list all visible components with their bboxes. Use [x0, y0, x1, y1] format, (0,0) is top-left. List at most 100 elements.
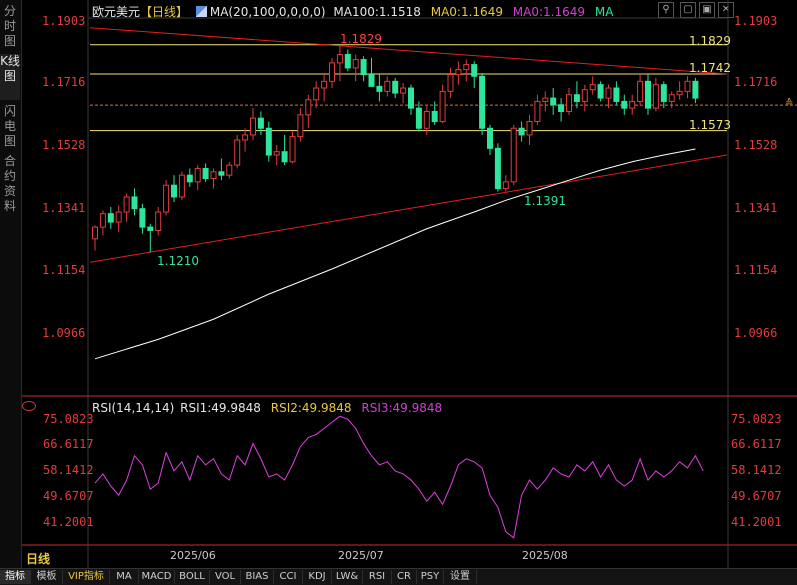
candle-body-up [305, 99, 312, 116]
candle-body-up [684, 80, 691, 92]
candle-body-up [92, 226, 98, 240]
candle-body-down [692, 80, 699, 99]
candle-body-up [510, 127, 517, 183]
tab-indicators[interactable]: 指标 [0, 570, 31, 584]
rsi-line [94, 415, 704, 539]
candle-body-down [518, 127, 525, 136]
price-tick-left: 1.1528 [42, 138, 86, 152]
time-tick: 2025/08 [522, 549, 568, 562]
candle-body-down [479, 75, 486, 129]
candle-body-down [621, 100, 628, 109]
candle-body-up [423, 110, 430, 129]
tab-ma[interactable]: MA [110, 570, 139, 584]
price-tick: 1.1716 [734, 75, 778, 89]
candle-body-up [99, 213, 106, 228]
candle-body-up [336, 54, 343, 64]
candle-body-up [155, 211, 162, 231]
tab-vip-indicators[interactable]: VIP指标 [63, 570, 110, 584]
price-tick-left: 1.1716 [42, 75, 86, 89]
candle-body-down [368, 74, 375, 87]
swing-high-label: 1.1829 [340, 32, 382, 46]
candle-body-up [534, 100, 541, 123]
rsi-tick-left: 58.1412 [43, 463, 94, 477]
candle-body-down [573, 94, 580, 102]
candle-body-up [676, 90, 683, 96]
price-tick-left: 1.1341 [42, 201, 86, 215]
tab-kdj[interactable]: KDJ [303, 570, 332, 584]
tab-lw[interactable]: LW& [332, 570, 363, 584]
level-label-1829: 1.1829 [689, 34, 731, 48]
candle-body-down [202, 167, 209, 180]
candle-body-up [455, 69, 462, 76]
candle-body-down [660, 84, 667, 102]
rsi-settings-icon[interactable] [22, 401, 36, 411]
tab-cci[interactable]: CCI [274, 570, 303, 584]
price-tick: 1.1341 [734, 201, 778, 215]
candle-body-up [234, 139, 241, 166]
rsi-tick: 49.6707 [731, 489, 782, 503]
rsi-tick-left: 49.6707 [43, 489, 94, 503]
price-chart[interactable] [0, 0, 797, 584]
support-trendline [89, 154, 728, 263]
candle-body-down [257, 117, 264, 129]
candle-body-up [447, 74, 454, 92]
period-label[interactable]: 日线 [26, 550, 50, 567]
rsi3-value: RSI3:49.9848 [361, 401, 443, 415]
candle-body-up [542, 97, 549, 102]
candle-body-down [265, 127, 272, 156]
indicator-tab-bar: 指标 模板 VIP指标 MA MACD BOLL VOL BIAS CCI KD… [0, 568, 797, 585]
rsi-tick: 66.6117 [731, 437, 782, 451]
candle-body-up [652, 84, 659, 109]
candle-body-up [242, 134, 249, 141]
candle-body-up [605, 87, 612, 99]
resistance-trendline [89, 27, 728, 75]
candle-body-down [139, 208, 146, 228]
candle-body-down [431, 110, 438, 123]
price-tick: 1.1528 [734, 138, 778, 152]
tab-settings[interactable]: 设置 [444, 570, 477, 584]
candle-body-up [400, 87, 407, 94]
candle-body-up [526, 121, 533, 136]
rsi-tick-left: 41.2001 [43, 515, 94, 529]
tab-bias[interactable]: BIAS [241, 570, 274, 584]
tab-psy[interactable]: PSY [417, 570, 444, 584]
tab-rsi[interactable]: RSI [363, 570, 392, 584]
candle-body-down [281, 151, 288, 163]
candle-body-up [250, 117, 256, 136]
candle-body-down [597, 84, 604, 99]
rsi-tick: 75.0823 [731, 412, 782, 426]
candle-body-up [115, 211, 122, 223]
candle-body-down [376, 85, 383, 92]
rsi-params: RSI(14,14,14) [92, 401, 175, 415]
current-price-marker-icon: ≙ [785, 98, 794, 109]
trading-window: 分时图 K线图 闪电图 合约资料 欧元美元【日线】 MA(20,100,0,0,… [0, 0, 797, 585]
candle-body-up [352, 59, 359, 69]
candle-body-down [186, 174, 193, 183]
candle-body-up [321, 80, 328, 89]
tab-macd[interactable]: MACD [139, 570, 175, 584]
tab-templates[interactable]: 模板 [31, 570, 63, 584]
swing-low-label-b: 1.1210 [157, 254, 199, 268]
candle-body-down [471, 64, 478, 77]
candle-body-up [589, 84, 596, 91]
candle-body-down [408, 87, 414, 109]
tab-boll[interactable]: BOLL [175, 570, 210, 584]
time-tick: 2025/06 [170, 549, 216, 562]
tab-vol[interactable]: VOL [210, 570, 241, 584]
rsi-tick: 41.2001 [731, 515, 782, 529]
candle-body-down [171, 184, 177, 198]
candle-body-up [123, 196, 130, 213]
candle-body-up [313, 87, 320, 101]
candle-body-up [566, 94, 572, 112]
rsi-tick-left: 75.0823 [43, 412, 94, 426]
candle-body-up [668, 94, 675, 102]
candle-body-up [439, 90, 446, 123]
candle-body-up [289, 136, 296, 163]
candle-body-down [487, 127, 493, 149]
tab-cr[interactable]: CR [392, 570, 417, 584]
candle-body-up [273, 151, 280, 156]
level-label-1573: 1.1573 [689, 118, 731, 132]
candle-body-up [637, 80, 644, 102]
candle-body-down [344, 54, 351, 69]
candle-body-down [147, 226, 154, 231]
